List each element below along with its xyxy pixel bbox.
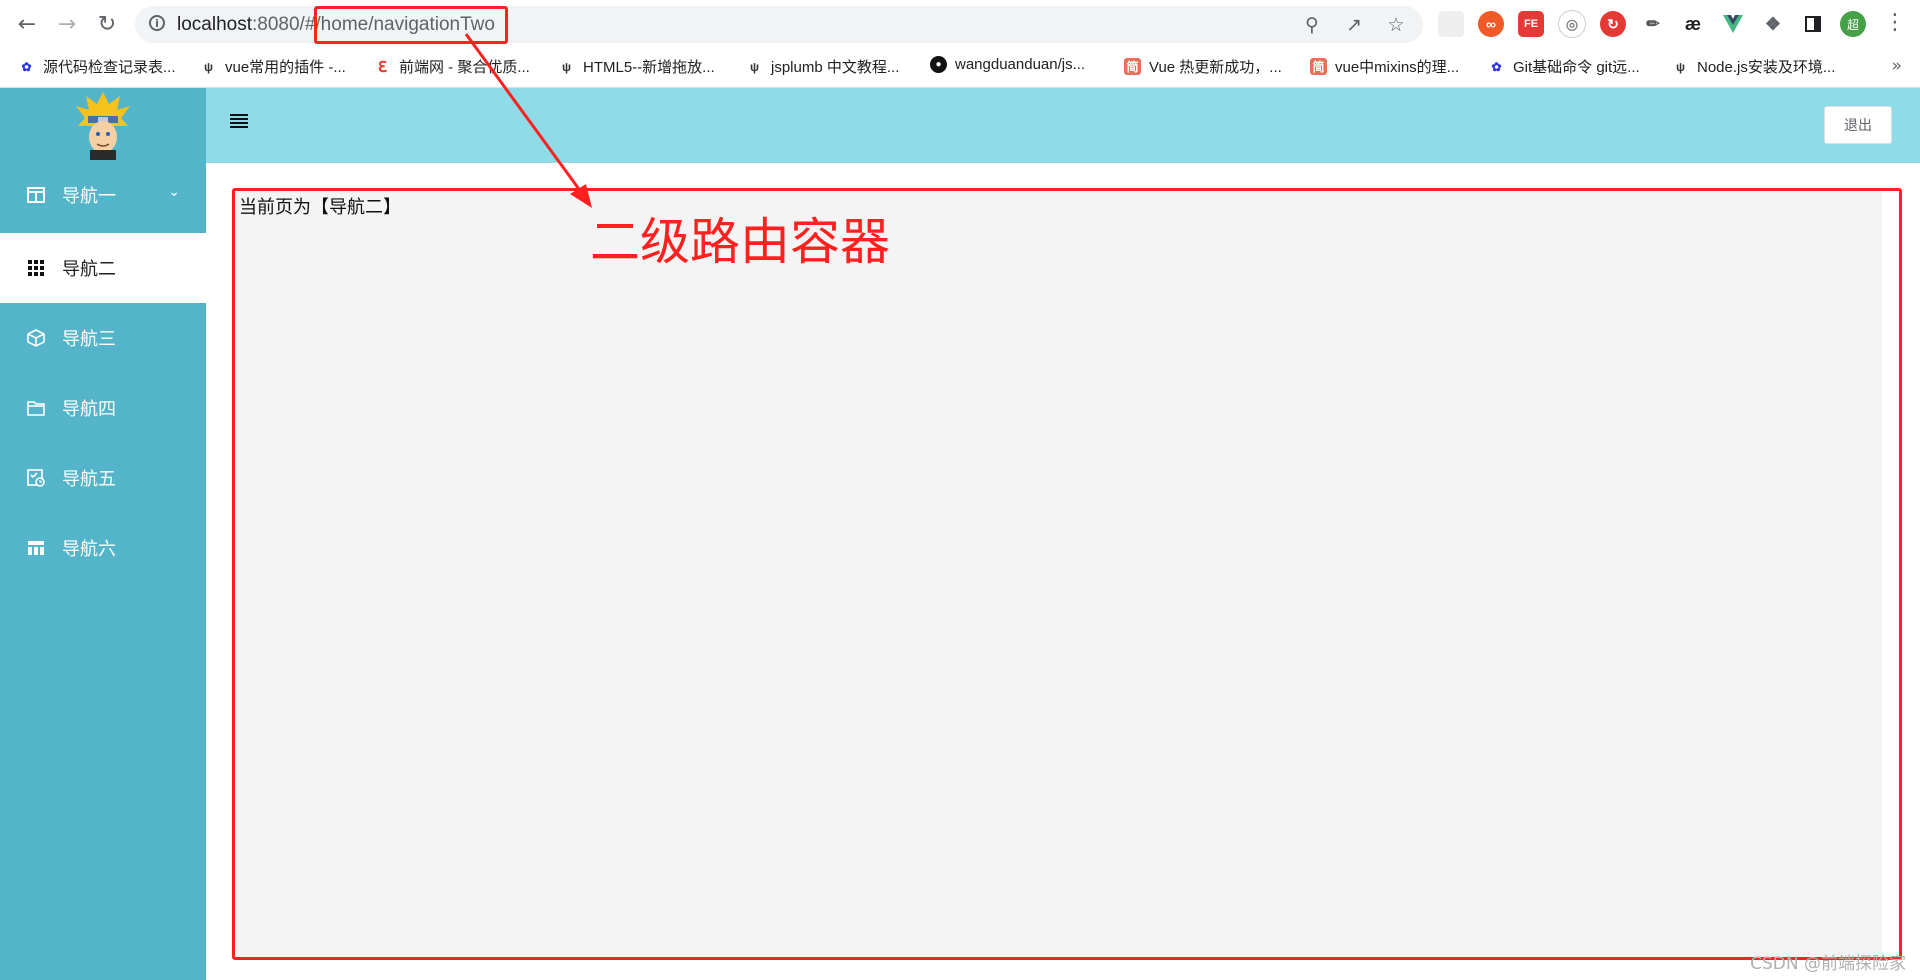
key-icon[interactable]: ⚲: [1301, 14, 1323, 36]
logout-button[interactable]: 退出: [1824, 106, 1892, 144]
sync-extension-icon[interactable]: ↻: [1600, 11, 1626, 37]
app-header: 退出: [206, 88, 1920, 163]
table-icon: [26, 538, 46, 558]
container-highlight: [232, 188, 1902, 960]
bookmarks-overflow-icon[interactable]: »: [1892, 56, 1902, 76]
sidebar-item-label: 导航五: [62, 469, 116, 490]
annotation-label: 二级路由容器: [590, 213, 890, 271]
bookmark-item[interactable]: ✿ 源代码检查记录表...: [18, 56, 175, 77]
bookmark-item[interactable]: ψ vue常用的插件 -...: [200, 56, 346, 77]
sidebar-item-nav2[interactable]: 导航二: [0, 233, 206, 303]
schedule-icon: [26, 468, 46, 488]
back-icon[interactable]: ←: [12, 10, 42, 38]
cube-icon: [26, 328, 46, 348]
target-extension-icon[interactable]: ◎: [1558, 10, 1586, 38]
bookmark-star-icon[interactable]: ☆: [1385, 14, 1407, 36]
reload-icon[interactable]: ↻: [92, 10, 122, 38]
jianshu-icon: 简: [1124, 58, 1141, 75]
yuque-icon: ψ: [749, 59, 760, 74]
sidebar-item-nav6[interactable]: 导航六: [0, 513, 206, 583]
menu-toggle-icon[interactable]: [230, 114, 248, 128]
browser-toolbar: ← → ↻ i localhost:8080/#/home/navigation…: [0, 0, 1920, 48]
puzzle-extensions-icon[interactable]: ❖: [1760, 11, 1786, 37]
forward-icon[interactable]: →: [52, 10, 82, 38]
bookmark-item[interactable]: 简 vue中mixins的理...: [1310, 56, 1459, 77]
bookmark-item[interactable]: ℇ 前端网 - 聚合优质...: [374, 56, 530, 77]
share-icon[interactable]: ↗: [1343, 14, 1365, 36]
site-info-icon[interactable]: i: [149, 15, 165, 31]
bookmark-item[interactable]: ψ jsplumb 中文教程...: [746, 56, 899, 77]
sidebar-item-nav1[interactable]: 导航一 ⌄: [0, 160, 206, 230]
sidebar-item-label: 导航一: [62, 186, 116, 207]
vue-devtools-icon[interactable]: [1720, 11, 1746, 37]
jianshu-icon: 简: [1310, 58, 1327, 75]
yuque-icon: ψ: [561, 59, 572, 74]
profile-avatar[interactable]: 超: [1840, 11, 1866, 37]
infinity-extension-icon[interactable]: ∞: [1478, 11, 1504, 37]
sidebar: 导航一 ⌄ 导航二 导航三 导航四 导航五 导航六: [0, 88, 206, 980]
calendar-icon: [26, 185, 46, 205]
bookmark-item[interactable]: ψ Node.js安装及环境...: [1672, 56, 1835, 77]
eyedropper-extension-icon[interactable]: ✏: [1640, 11, 1666, 37]
grid-icon: [26, 258, 46, 278]
sidebar-item-label: 导航三: [62, 329, 116, 350]
url-path-highlight: [314, 6, 508, 44]
chevron-down-icon: ⌄: [168, 184, 180, 200]
naruto-avatar-logo: [76, 92, 130, 160]
sidebar-item-nav4[interactable]: 导航四: [0, 373, 206, 443]
sidebar-item-nav5[interactable]: 导航五: [0, 443, 206, 513]
extensions-bar: ∞ FE ◎ ↻ ✏ æ ❖: [1438, 10, 1826, 38]
browser-menu-icon[interactable]: ⋮: [1884, 10, 1906, 35]
github-icon: ●: [930, 56, 947, 73]
bookmark-item[interactable]: 简 Vue 热更新成功，...: [1124, 56, 1282, 77]
yuque-icon: ψ: [1675, 59, 1686, 74]
bookmark-item[interactable]: ψ HTML5--新增拖放...: [558, 56, 715, 77]
yuque-icon: ψ: [203, 59, 214, 74]
sidebar-item-label: 导航二: [62, 259, 116, 280]
qianduan-icon: ℇ: [377, 58, 388, 76]
blank-extension-icon[interactable]: [1438, 11, 1464, 37]
sidebar-item-label: 导航六: [62, 539, 116, 560]
url-host: localhost: [177, 14, 252, 35]
sidebar-item-label: 导航四: [62, 399, 116, 420]
fe-extension-icon[interactable]: FE: [1518, 11, 1544, 37]
sidebar-item-nav3[interactable]: 导航三: [0, 303, 206, 373]
bookmarks-bar: ✿ 源代码检查记录表... ψ vue常用的插件 -... ℇ 前端网 - 聚合…: [0, 48, 1920, 88]
watermark: CSDN @前端探险家: [1750, 954, 1906, 974]
ae-extension-icon[interactable]: æ: [1680, 11, 1706, 37]
baidu-paw-icon: ✿: [21, 59, 32, 74]
bookmark-item[interactable]: ✿ Git基础命令 git远...: [1488, 56, 1639, 77]
baidu-paw-icon: ✿: [1491, 59, 1502, 74]
folder-icon: [26, 398, 46, 418]
bookmark-item[interactable]: ● wangduanduan/js...: [930, 56, 1085, 73]
side-panel-icon[interactable]: [1800, 11, 1826, 37]
url-port: :8080/#: [252, 14, 316, 35]
